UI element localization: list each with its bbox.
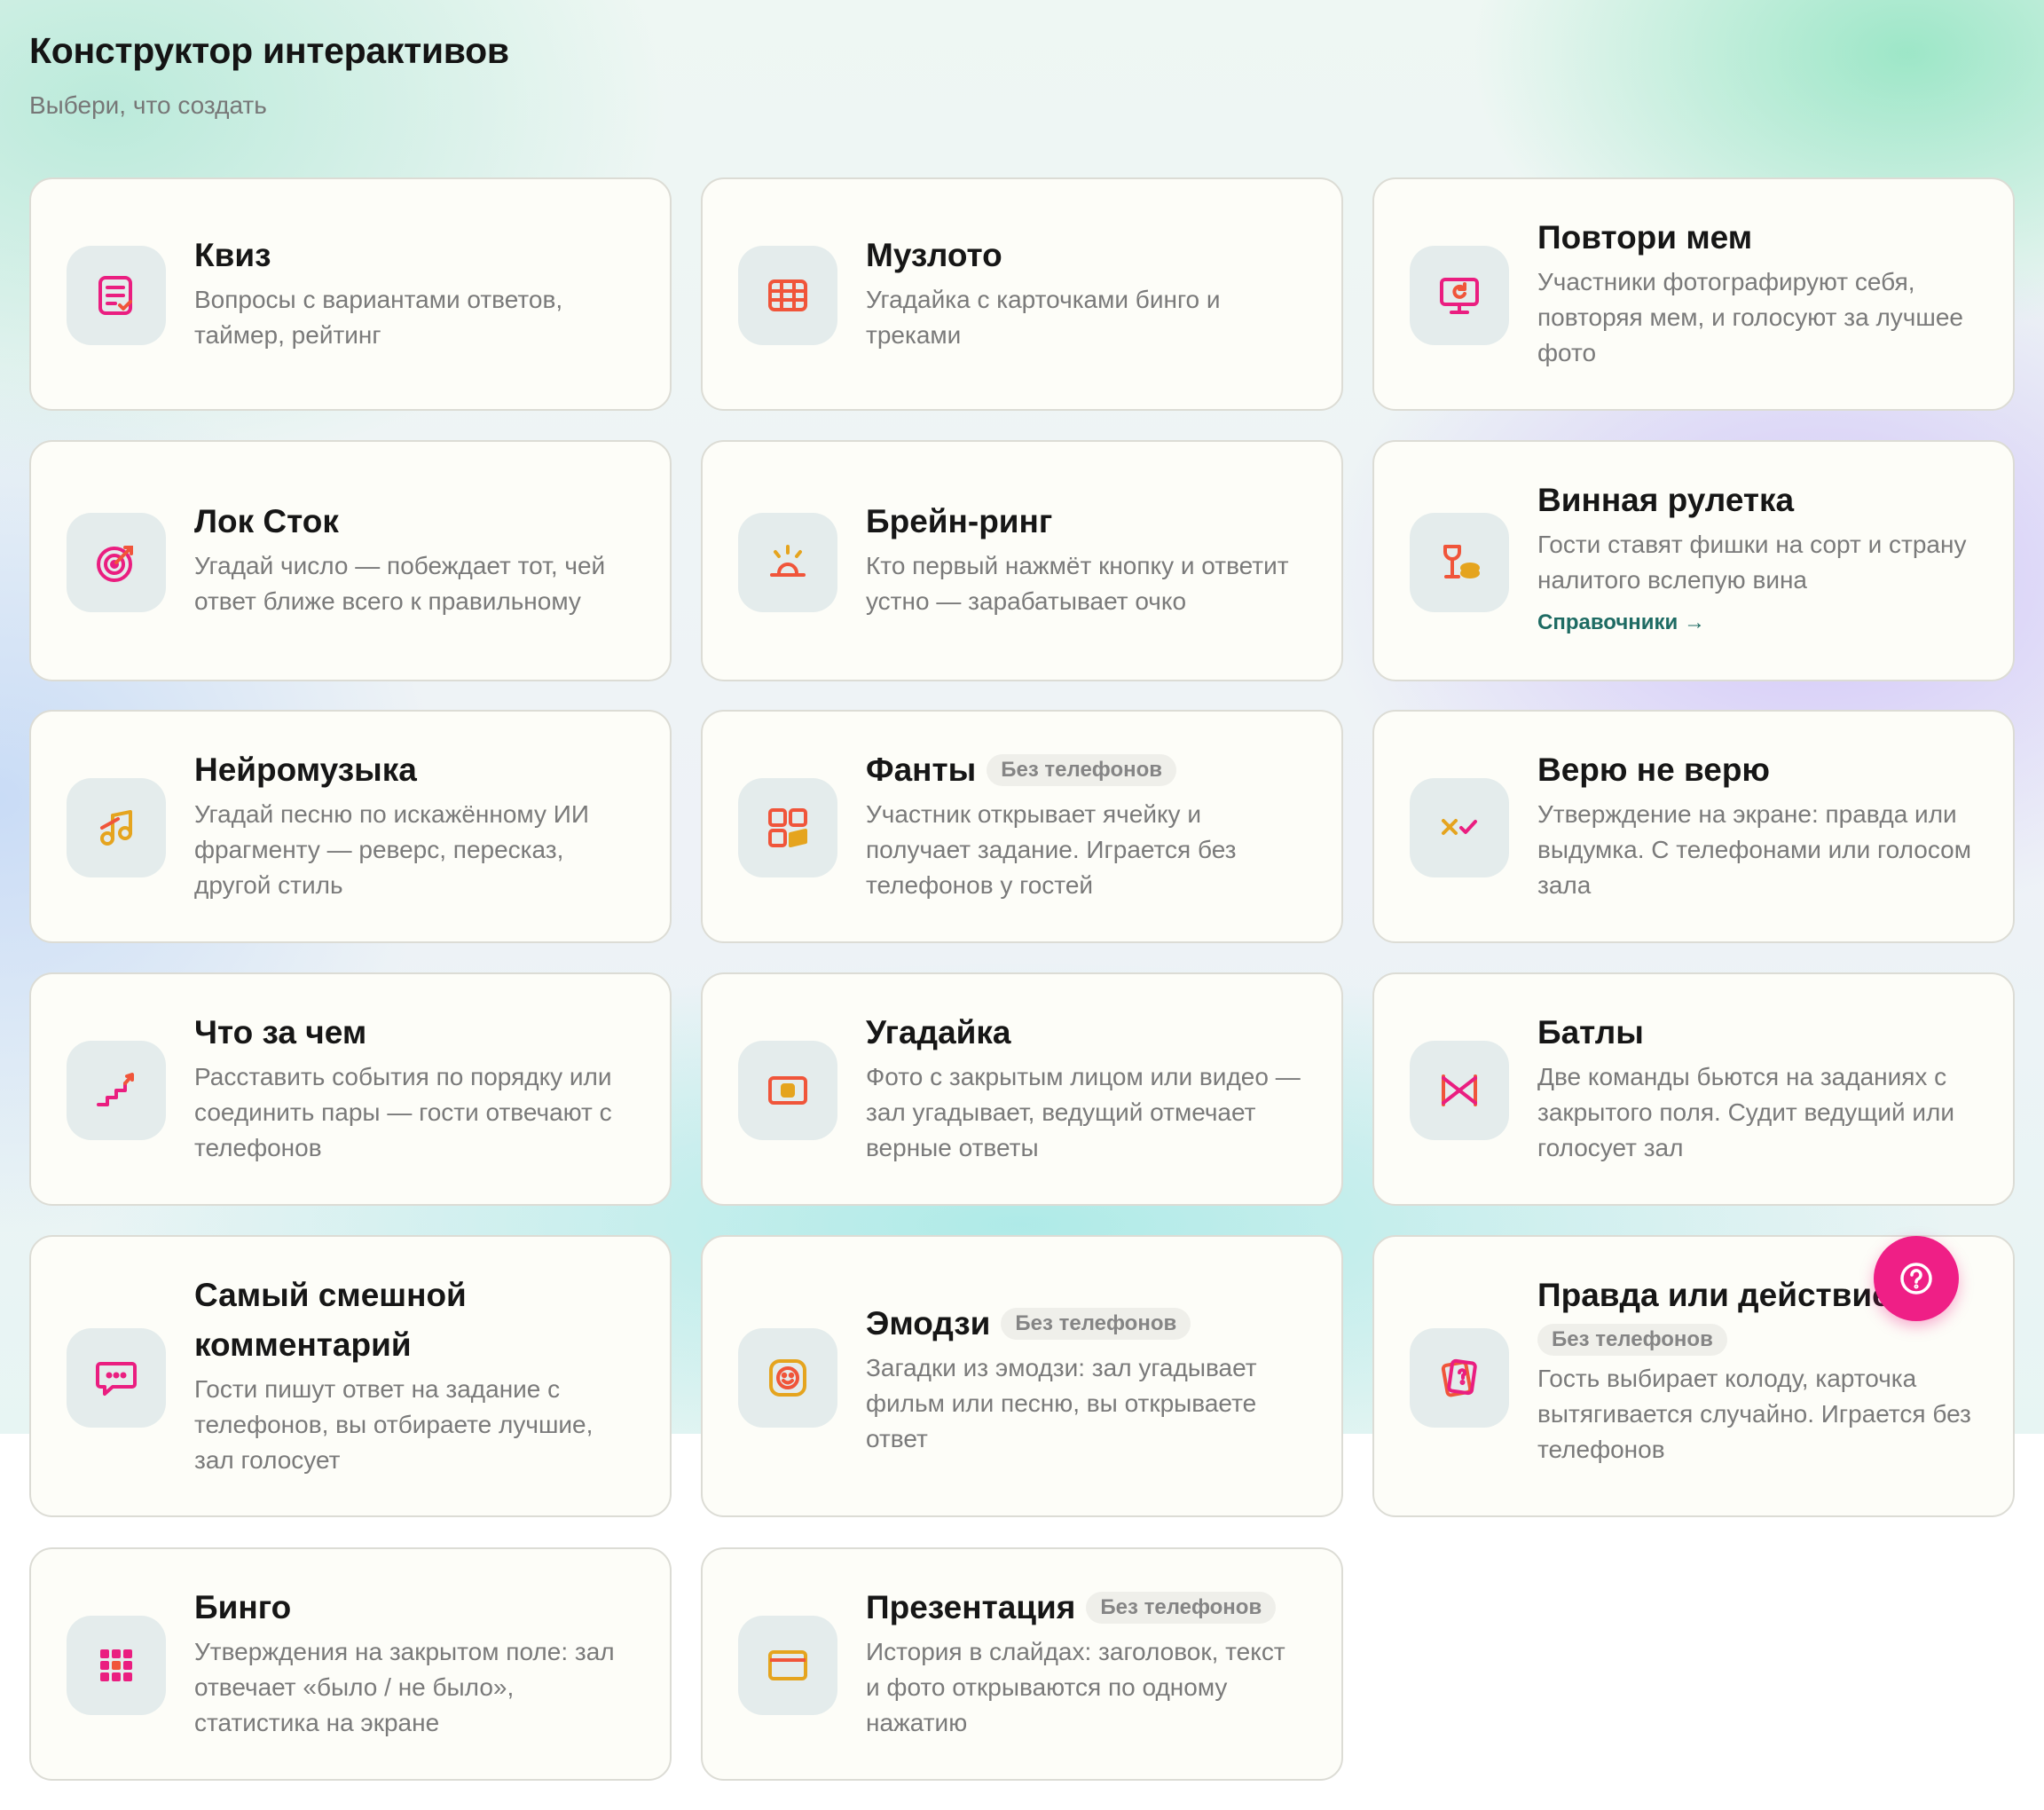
card-title: Бинго xyxy=(194,1589,292,1625)
card-repeat-meme[interactable]: Повтори мем Участники фотографируют себя… xyxy=(1372,177,2015,411)
card-icon-box xyxy=(67,778,166,877)
card-muzloto[interactable]: Музлото Угадайка с карточками бинго и тр… xyxy=(701,177,1343,411)
card-description: Загадки из эмодзи: зал угадывает фильм и… xyxy=(866,1354,1257,1452)
tiles-icon xyxy=(768,808,807,847)
card-believe-not[interactable]: Верю не верю Утверждение на экране: прав… xyxy=(1372,710,2015,943)
slides-icon xyxy=(768,1650,807,1680)
page-title: Конструктор интерактивов xyxy=(29,30,509,71)
card-icon-box xyxy=(738,1616,837,1715)
no-phones-badge: Без телефонов xyxy=(987,754,1177,786)
card-emoji[interactable]: Эмодзи Без телефонов Загадки из эмодзи: … xyxy=(701,1235,1343,1517)
no-phones-badge: Без телефонов xyxy=(1001,1308,1191,1340)
help-button[interactable] xyxy=(1874,1236,1959,1321)
card-title: Эмодзи xyxy=(866,1305,991,1342)
quiz-icon xyxy=(98,276,132,315)
question-icon xyxy=(1900,1263,1932,1295)
card-title: Самый смешной комментарий xyxy=(194,1277,467,1363)
card-description: Вопросы с вариантами ответов, таймер, ре… xyxy=(194,286,563,349)
stairs-icon xyxy=(97,1073,134,1106)
versus-icon xyxy=(1442,1074,1477,1106)
card-icon-box xyxy=(1410,246,1509,345)
card-icon-box xyxy=(1410,1041,1509,1140)
wine-icon xyxy=(1443,545,1480,578)
card-icon-box xyxy=(1410,1328,1509,1428)
card-title: Повтори мем xyxy=(1537,219,1753,256)
card-description: Утверждение на экране: правда или выдумк… xyxy=(1537,800,1971,899)
card-battles[interactable]: Батлы Две команды бьются на заданиях с з… xyxy=(1372,972,2015,1206)
emoji-icon xyxy=(769,1359,806,1397)
card-description: Угадай песню по искажённому ИИ фрагменту… xyxy=(194,800,589,899)
card-icon-box xyxy=(67,1616,166,1715)
cross-check-icon xyxy=(1442,819,1477,835)
card-description: Угадай число — побеждает тот, чей ответ … xyxy=(194,552,606,615)
card-icon-box xyxy=(67,513,166,612)
card-quiz[interactable]: Квиз Вопросы с вариантами ответов, тайме… xyxy=(29,177,672,411)
no-phones-badge: Без телефонов xyxy=(1537,1324,1727,1356)
cards-icon xyxy=(1441,1358,1477,1397)
card-title: Фанты xyxy=(866,752,977,788)
card-fanty[interactable]: Фанты Без телефонов Участник открывает я… xyxy=(701,710,1343,943)
card-description: Расставить события по порядку или соедин… xyxy=(194,1063,612,1161)
card-title: Брейн-ринг xyxy=(866,503,1053,539)
chat-bubble-icon xyxy=(96,1362,137,1396)
card-icon-box xyxy=(738,246,837,345)
no-phones-badge: Без телефонов xyxy=(1086,1592,1277,1624)
card-title: Что за чем xyxy=(194,1014,367,1051)
card-title: Угадайка xyxy=(866,1014,1011,1051)
card-icon-box xyxy=(67,246,166,345)
card-description: Кто первый нажмёт кнопку и ответит устно… xyxy=(866,552,1289,615)
card-title: Нейромузыка xyxy=(194,752,417,788)
card-funniest-comment[interactable]: Самый смешной комментарий Гости пишут от… xyxy=(29,1235,672,1517)
card-title: Музлото xyxy=(866,237,1002,273)
card-brain-ring[interactable]: Брейн-ринг Кто первый нажмёт кнопку и от… xyxy=(701,440,1343,681)
card-title: Презентация xyxy=(866,1589,1076,1625)
music-note-icon xyxy=(100,810,132,846)
card-icon-box xyxy=(738,1041,837,1140)
card-icon-box xyxy=(738,513,837,612)
card-description: Две команды бьются на заданиях с закрыто… xyxy=(1537,1063,1955,1161)
card-lock-stock[interactable]: Лок Сток Угадай число — побеждает тот, ч… xyxy=(29,440,672,681)
card-what-next[interactable]: Что за чем Расставить события по порядку… xyxy=(29,972,672,1206)
card-description: Фото с закрытым лицом или видео — зал уг… xyxy=(866,1063,1301,1161)
bingo-grid-icon xyxy=(100,1649,132,1681)
card-icon-box xyxy=(1410,778,1509,877)
card-description: Гость выбирает колоду, карточка вытягива… xyxy=(1537,1365,1971,1463)
card-description: Участники фотографируют себя, повторяя м… xyxy=(1537,268,1963,366)
monitor-icon xyxy=(1440,278,1479,314)
target-icon xyxy=(97,546,133,582)
hidden-photo-icon xyxy=(768,1076,807,1105)
card-icon-box xyxy=(738,1328,837,1428)
card-description: Утверждения на закрытом поле: зал отвеча… xyxy=(194,1638,615,1736)
buzzer-icon xyxy=(770,545,806,577)
grid-icon xyxy=(768,279,807,311)
card-description: Гости ставят фишки на сорт и страну нали… xyxy=(1537,531,1967,594)
card-neuromusic[interactable]: Нейромузыка Угадай песню по искажённому … xyxy=(29,710,672,943)
card-icon-box xyxy=(738,778,837,877)
card-description: Гости пишут ответ на задание с телефонов… xyxy=(194,1375,594,1474)
page-header: Конструктор интерактивов Выбери, что соз… xyxy=(29,30,509,120)
card-icon-box xyxy=(67,1041,166,1140)
card-bingo[interactable]: Бинго Утверждения на закрытом поле: зал … xyxy=(29,1547,672,1781)
card-icon-box xyxy=(1410,513,1509,612)
card-title: Батлы xyxy=(1537,1014,1644,1051)
card-title: Верю не верю xyxy=(1537,752,1771,788)
card-description: История в слайдах: заголовок, текст и фо… xyxy=(866,1638,1285,1736)
card-description: Участник открывает ячейку и получает зад… xyxy=(866,800,1237,899)
card-presentation[interactable]: Презентация Без телефонов История в слай… xyxy=(701,1547,1343,1781)
card-title: Лок Сток xyxy=(194,503,339,539)
card-ugadayka[interactable]: Угадайка Фото с закрытым лицом или видео… xyxy=(701,972,1343,1206)
card-icon-box xyxy=(67,1328,166,1428)
page-subtitle: Выбери, что создать xyxy=(29,91,267,119)
card-description: Угадайка с карточками бинго и треками xyxy=(866,286,1221,349)
references-link[interactable]: Справочники → xyxy=(1537,610,1977,635)
card-title: Винная рулетка xyxy=(1537,482,1795,518)
card-wine-roulette[interactable]: Винная рулетка Гости ставят фишки на сор… xyxy=(1372,440,2015,681)
card-title: Квиз xyxy=(194,237,271,273)
